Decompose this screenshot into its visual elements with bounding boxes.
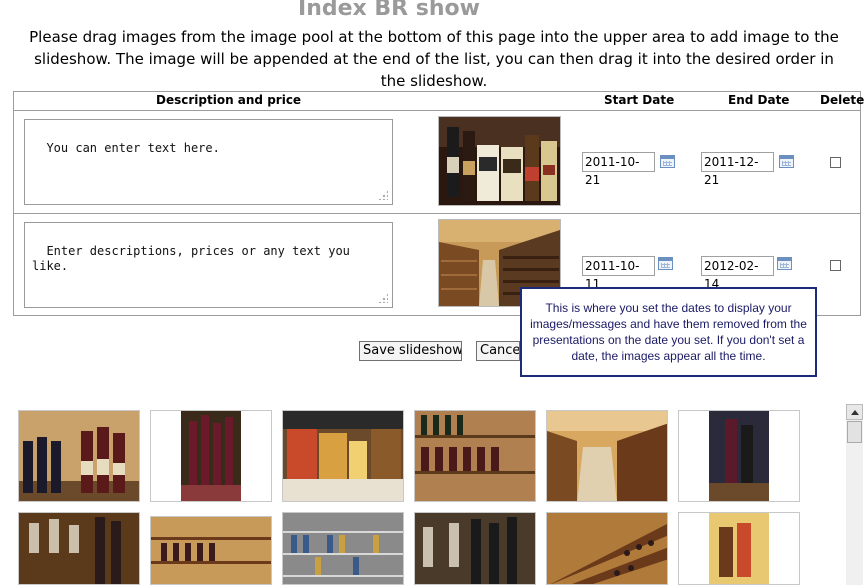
description-textarea[interactable]: Enter descriptions, prices or any text y… [24, 222, 393, 308]
calendar-icon[interactable] [660, 155, 675, 168]
page-scrollbar[interactable] [846, 404, 863, 585]
scroll-up-icon[interactable] [846, 404, 863, 420]
header-end-date: End Date [728, 93, 790, 107]
pool-image[interactable] [414, 410, 536, 502]
header-description: Description and price [156, 93, 302, 107]
pool-image[interactable] [18, 410, 140, 502]
resize-grip-icon[interactable] [378, 190, 388, 200]
row-divider [14, 213, 860, 214]
start-date-input[interactable]: 2011-10-11 [582, 256, 655, 291]
instructions-text: Please drag images from the image pool a… [29, 28, 839, 90]
pool-image[interactable] [150, 410, 272, 502]
header-start-date: Start Date [604, 93, 675, 107]
scrollbar-thumb[interactable] [847, 421, 862, 443]
page-title: Index BR show [298, 0, 480, 21]
pool-image[interactable] [546, 410, 668, 502]
header-delete: Delete [820, 93, 865, 107]
pool-image[interactable] [282, 410, 404, 502]
cancel-button[interactable]: Cancel [476, 341, 520, 361]
pool-image[interactable] [546, 512, 668, 585]
pool-image[interactable] [282, 512, 404, 585]
pool-image[interactable] [678, 410, 800, 502]
description-text: You can enter text here. [46, 141, 220, 155]
slide-image-beer[interactable] [438, 116, 561, 206]
pool-image[interactable] [18, 512, 140, 585]
end-date-input[interactable]: 2012-02-14 [701, 256, 774, 291]
start-date-input[interactable]: 2011-10-21 [582, 152, 655, 187]
delete-checkbox[interactable] [830, 157, 841, 168]
resize-grip-icon[interactable] [378, 293, 388, 303]
delete-checkbox[interactable] [830, 260, 841, 271]
pool-image[interactable] [678, 512, 800, 585]
pool-image[interactable] [414, 512, 536, 585]
pool-image[interactable] [150, 516, 272, 585]
calendar-icon[interactable] [779, 155, 794, 168]
description-text: Enter descriptions, prices or any text y… [32, 244, 358, 273]
calendar-icon[interactable] [658, 257, 673, 270]
date-help-tooltip: This is where you set the dates to displ… [520, 287, 817, 377]
row-divider [14, 110, 860, 111]
description-textarea[interactable]: You can enter text here. [24, 119, 393, 205]
end-date-input[interactable]: 2011-12-21 [701, 152, 774, 187]
save-slideshow-button[interactable]: Save slideshow [359, 341, 462, 361]
calendar-icon[interactable] [777, 257, 792, 270]
